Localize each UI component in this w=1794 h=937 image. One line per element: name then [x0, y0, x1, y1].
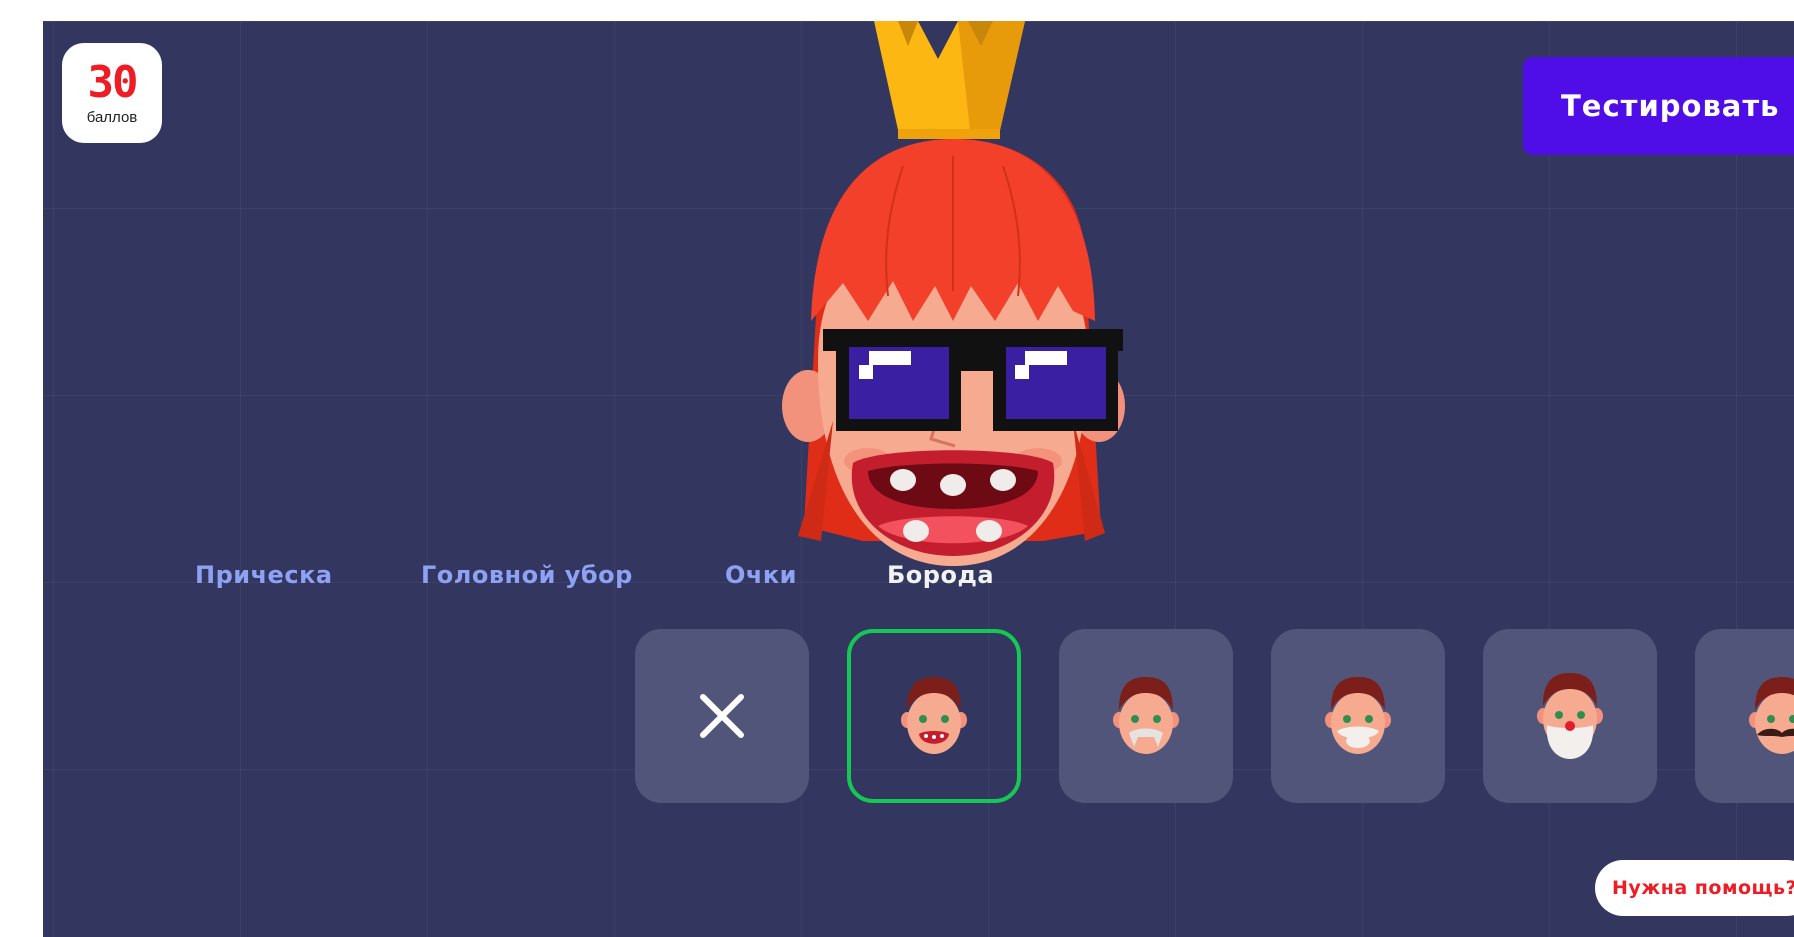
crown-icon — [874, 21, 1025, 139]
score-badge: 30 баллов — [62, 43, 162, 143]
no-beard-face-icon — [901, 677, 967, 754]
white-moustache-face-icon — [1325, 677, 1391, 754]
beard-option-no-beard[interactable] — [847, 629, 1021, 803]
score-value: 30 — [87, 56, 139, 108]
help-button[interactable]: Нужна помощь? — [1595, 860, 1794, 916]
category-tabs: Прическа Головной убор Очки Борода — [43, 561, 1794, 601]
tab-beard[interactable]: Борода — [887, 561, 994, 589]
test-button[interactable]: Тестировать — [1523, 57, 1794, 155]
tab-headwear[interactable]: Головной убор — [421, 561, 633, 589]
grey-moustache-face-icon — [1113, 677, 1179, 754]
beard-option-none[interactable] — [635, 629, 809, 803]
black-moustache-face-icon — [1749, 677, 1794, 754]
santa-beard-face-icon — [1537, 673, 1603, 759]
beard-option-santa-beard[interactable] — [1483, 629, 1657, 803]
beard-option-white-moustache[interactable] — [1271, 629, 1445, 803]
constructor-stage: 30 баллов Тестировать Прическа Головной … — [43, 21, 1794, 937]
avatar-preview — [782, 21, 1125, 566]
beard-option-grey-moustache[interactable] — [1059, 629, 1233, 803]
close-icon — [700, 694, 744, 738]
tab-hairstyle[interactable]: Прическа — [195, 561, 333, 589]
beard-option-black-moustache[interactable] — [1695, 629, 1794, 803]
score-label: баллов — [86, 108, 138, 126]
tab-glasses[interactable]: Очки — [725, 561, 797, 589]
